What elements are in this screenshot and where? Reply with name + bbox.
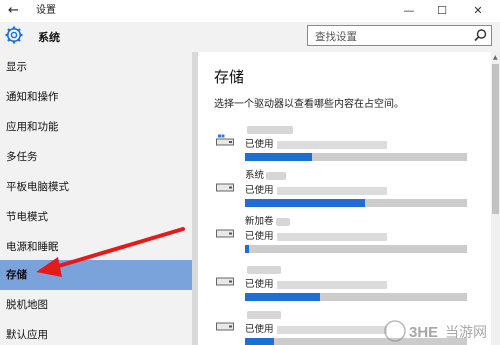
- drive-usage-bar: [245, 245, 467, 253]
- hard-drive-icon: [216, 322, 234, 331]
- drive-usage-fill: [245, 293, 321, 301]
- hard-drive-icon: [216, 277, 234, 286]
- redacted-text: [276, 140, 387, 149]
- scrollbar-thumb[interactable]: [492, 64, 499, 214]
- app-name: 系统: [38, 31, 60, 44]
- window-title: 设置: [36, 5, 56, 16]
- page-title: 存储: [214, 68, 245, 86]
- back-arrow-icon[interactable]: ←: [8, 3, 19, 19]
- watermark-logo-text: 3HE: [409, 324, 438, 341]
- drive-usage-fill: [245, 338, 274, 345]
- drive-usage-fill: [245, 245, 250, 253]
- drive-name: [245, 309, 281, 321]
- redacted-text: [275, 217, 290, 226]
- drive-name: 系统: [245, 170, 287, 182]
- minimize-button[interactable]: —: [395, 0, 423, 22]
- sidebar-item-tablet-mode[interactable]: 平板电脑模式: [0, 172, 192, 202]
- drive-name: [245, 124, 293, 136]
- hard-drive-icon: [216, 183, 234, 192]
- redacted-text: [266, 171, 287, 180]
- search-placeholder[interactable]: 查找设置: [315, 29, 357, 44]
- gear-icon: [5, 26, 23, 44]
- redacted-text: [247, 125, 293, 134]
- watermark-site-text: 当游网: [445, 325, 487, 341]
- search-icon[interactable]: [473, 28, 488, 43]
- settings-header: 系统 查找设置: [0, 22, 500, 52]
- sidebar-item-display[interactable]: 显示: [0, 52, 192, 82]
- sidebar-item-power-sleep[interactable]: 电源和睡眠: [0, 232, 192, 262]
- redacted-text: [276, 325, 387, 334]
- sidebar-item-offline-maps[interactable]: 脱机地图: [0, 290, 192, 320]
- drive-usage-fill: [245, 199, 365, 207]
- drive-item[interactable]: 系统 已使用: [198, 170, 498, 210]
- redacted-text: [276, 232, 387, 241]
- title-bar: ← 设置 — ☐ ✕: [0, 0, 500, 22]
- watermark-logo: 3HE 当游网: [384, 320, 487, 342]
- sidebar-item-battery-saver[interactable]: 节电模式: [0, 202, 192, 232]
- search-box[interactable]: 查找设置: [307, 25, 492, 46]
- drive-item[interactable]: 已使用: [198, 264, 498, 304]
- drive-name: [245, 264, 281, 276]
- drive-name: 新加卷: [245, 216, 290, 228]
- redacted-text: [276, 186, 387, 195]
- sidebar-item-apps[interactable]: 应用和功能: [0, 112, 192, 142]
- drive-used-label: 已使用: [245, 279, 387, 291]
- drive-used-label: 已使用: [245, 231, 387, 243]
- scroll-up-arrow-icon[interactable]: ▲: [493, 54, 498, 61]
- redacted-text: [247, 265, 281, 274]
- drive-usage-fill: [245, 153, 312, 161]
- sidebar-item-multitasking[interactable]: 多任务: [0, 142, 192, 172]
- page-description: 选择一个驱动器以查看哪些内容在占空间。: [214, 99, 404, 110]
- sidebar-item-default-apps[interactable]: 默认应用: [0, 320, 192, 345]
- drive-usage-bar: [245, 293, 467, 301]
- sidebar-item-storage[interactable]: 存储: [0, 260, 192, 290]
- drive-used-label: 已使用: [245, 139, 387, 151]
- maximize-button[interactable]: ☐: [428, 0, 456, 22]
- hard-drive-icon: [216, 229, 234, 238]
- main-content: 存储 选择一个驱动器以查看哪些内容在占空间。 已使用 系统 已使用 新加卷 已使…: [198, 52, 500, 345]
- windows-drive-icon: [216, 134, 234, 146]
- redacted-text: [247, 310, 281, 319]
- close-button[interactable]: ✕: [464, 0, 492, 22]
- drive-item[interactable]: 已使用: [198, 124, 498, 164]
- drive-used-label: 已使用: [245, 185, 387, 197]
- sidebar-item-notifications[interactable]: 通知和操作: [0, 82, 192, 112]
- drive-usage-bar: [245, 153, 467, 161]
- drive-usage-bar: [245, 199, 467, 207]
- redacted-text: [276, 280, 387, 289]
- drive-used-label: 已使用: [245, 324, 387, 336]
- drive-item[interactable]: 新加卷 已使用: [198, 216, 498, 256]
- sidebar: 显示 通知和操作 应用和功能 多任务 平板电脑模式 节电模式 电源和睡眠 存储 …: [0, 52, 192, 345]
